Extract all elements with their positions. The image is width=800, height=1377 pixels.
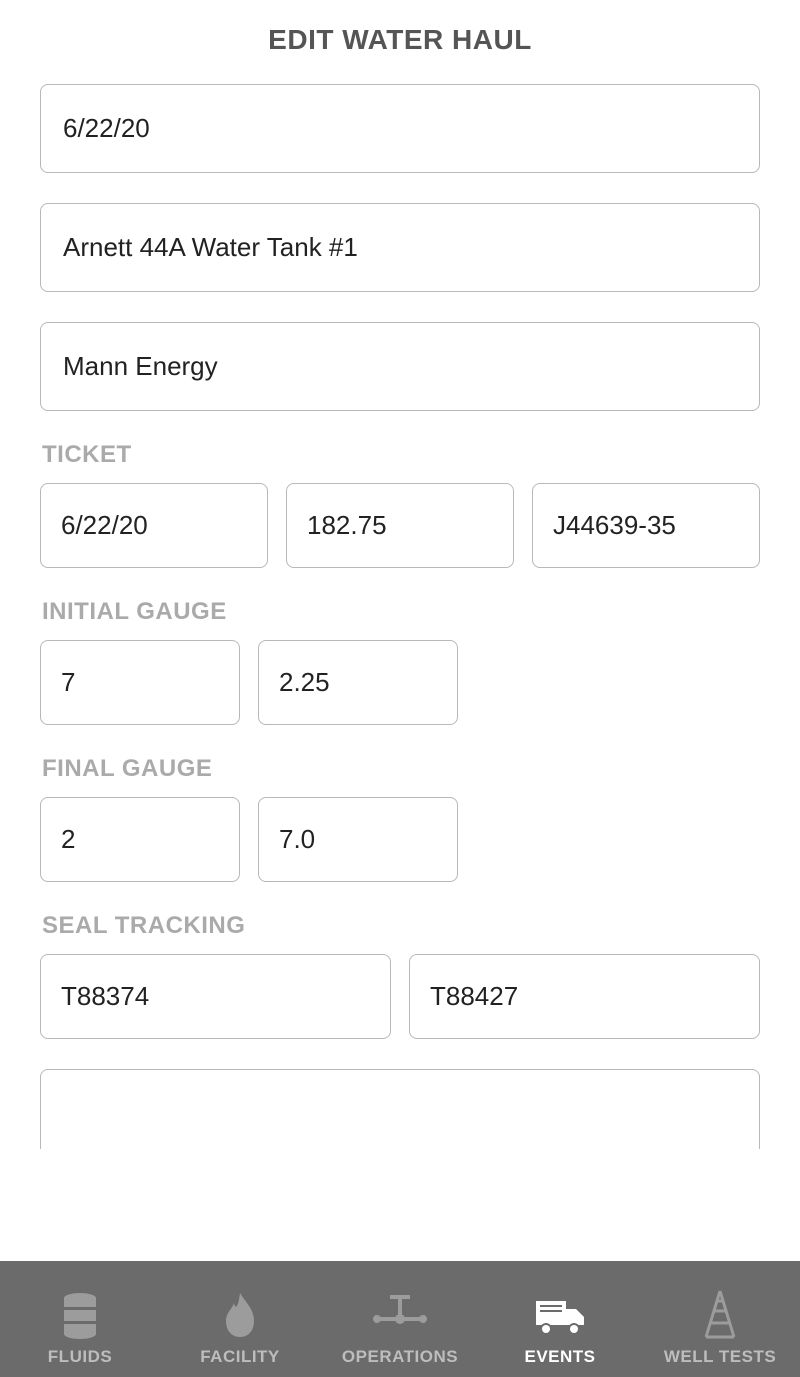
date-field[interactable]: 6/22/20 [40,84,760,173]
tab-label: FLUIDS [48,1347,112,1367]
barrel-icon [58,1289,102,1341]
ticket-row: 6/22/20 182.75 J44639-35 [40,483,760,568]
derrick-icon [700,1289,740,1341]
seal-off-field[interactable]: T88427 [409,954,760,1039]
seal-tracking-section-label: SEAL TRACKING [42,912,760,940]
valve-icon [373,1289,427,1341]
tank-field[interactable]: Arnett 44A Water Tank #1 [40,203,760,292]
final-gauge-section-label: FINAL GAUGE [42,755,760,783]
tab-label: WELL TESTS [664,1347,776,1367]
ticket-amount-field[interactable]: 182.75 [286,483,514,568]
tab-facility[interactable]: FACILITY [160,1261,320,1377]
final-gauge-feet-field[interactable]: 2 [40,797,240,882]
tab-fluids[interactable]: FLUIDS [0,1261,160,1377]
tab-well-tests[interactable]: WELL TESTS [640,1261,800,1377]
notes-field[interactable] [40,1069,760,1149]
final-gauge-row: 2 7.0 [40,797,760,882]
seal-tracking-row: T88374 T88427 [40,954,760,1039]
ticket-section-label: TICKET [42,441,760,469]
initial-gauge-row: 7 2.25 [40,640,760,725]
flame-icon [220,1289,260,1341]
ticket-date-field[interactable]: 6/22/20 [40,483,268,568]
initial-gauge-inches-field[interactable]: 2.25 [258,640,458,725]
truck-icon [532,1289,588,1341]
ticket-number-field[interactable]: J44639-35 [532,483,760,568]
seal-on-field[interactable]: T88374 [40,954,391,1039]
tab-label: FACILITY [200,1347,280,1367]
tab-label: OPERATIONS [342,1347,458,1367]
bottom-tab-bar: FLUIDS FACILITY OPERATIONS [0,1261,800,1377]
tab-label: EVENTS [524,1347,595,1367]
initial-gauge-section-label: INITIAL GAUGE [42,598,760,626]
company-field[interactable]: Mann Energy [40,322,760,411]
initial-gauge-feet-field[interactable]: 7 [40,640,240,725]
final-gauge-inches-field[interactable]: 7.0 [258,797,458,882]
water-haul-form: 6/22/20 Arnett 44A Water Tank #1 Mann En… [0,84,800,1149]
page-title: EDIT WATER HAUL [0,0,800,84]
tab-operations[interactable]: OPERATIONS [320,1261,480,1377]
tab-events[interactable]: EVENTS [480,1261,640,1377]
